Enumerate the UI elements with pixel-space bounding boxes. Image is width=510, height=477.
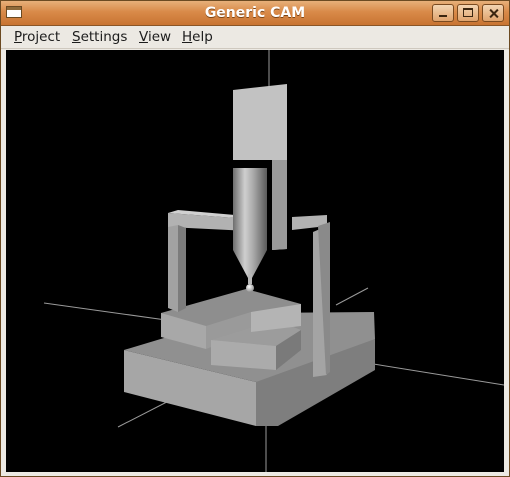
maximize-icon[interactable] — [457, 4, 479, 22]
minimize-icon[interactable] — [432, 4, 454, 22]
main-window: Generic CAM Project Settings View Help — [0, 0, 510, 477]
menu-bar: Project Settings View Help — [1, 26, 509, 49]
cam-scene — [43, 50, 504, 472]
close-icon[interactable] — [482, 4, 504, 22]
3d-viewport[interactable] — [6, 50, 504, 472]
title-bar[interactable]: Generic CAM — [1, 1, 509, 26]
menu-settings[interactable]: Settings — [72, 29, 127, 46]
cutting-tool — [233, 168, 267, 292]
menu-project[interactable]: Project — [14, 29, 60, 46]
menu-help[interactable]: Help — [182, 29, 213, 46]
menu-view[interactable]: View — [139, 29, 171, 46]
